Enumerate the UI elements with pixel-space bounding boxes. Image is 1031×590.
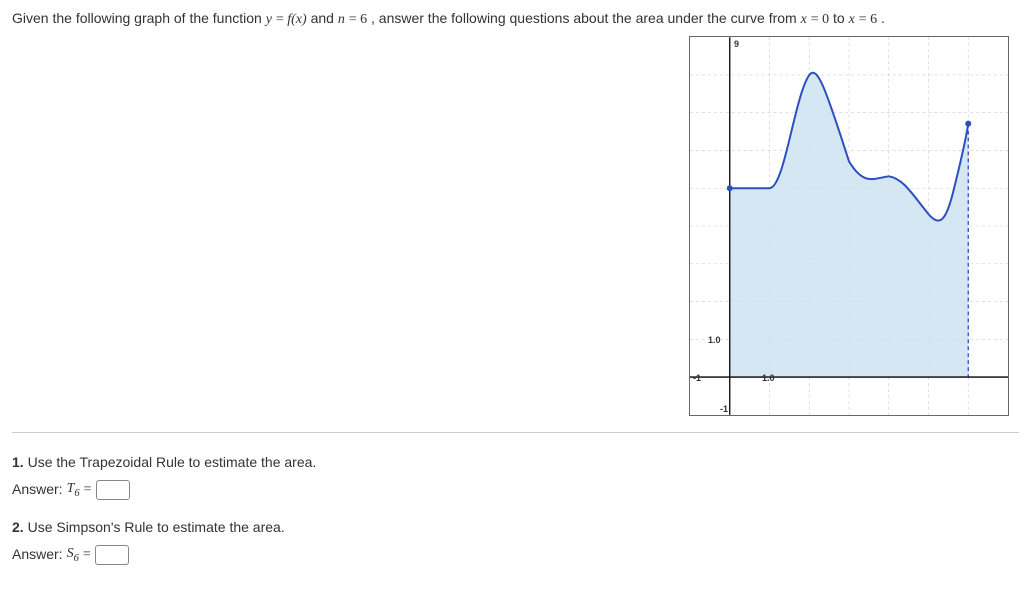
eq4-rhs: 6 <box>870 12 877 27</box>
q1-eq-sign: = <box>84 478 92 502</box>
prompt-lead: Given the following graph of the functio… <box>12 10 266 26</box>
chart-svg <box>690 37 1008 415</box>
prompt-period: . <box>881 10 885 26</box>
q1-answer-label: Answer: <box>12 478 63 502</box>
x-tick-label: 1.0 <box>762 373 775 383</box>
q2-number: 2. <box>12 519 24 535</box>
q2-text: Use Simpson's Rule to estimate the area. <box>24 519 285 535</box>
y-top-label: 9 <box>734 39 739 49</box>
eq-sign-3: = <box>811 12 822 27</box>
q2-answer-label: Answer: <box>12 543 63 567</box>
prompt-and: and <box>311 10 338 26</box>
eq1-rhs: f(x) <box>287 12 306 27</box>
eq2-lhs: n <box>338 12 345 27</box>
problem-prompt: Given the following graph of the functio… <box>12 8 1019 30</box>
q1-number: 1. <box>12 454 24 470</box>
eq3-lhs: x <box>801 12 807 27</box>
question-2: 2. Use Simpson's Rule to estimate the ar… <box>12 516 1019 567</box>
y-bottom-label: -1 <box>720 404 728 414</box>
graph-plot: 9 1.0 1.0 -1 -1 <box>689 36 1009 416</box>
prompt-tail: , answer the following questions about t… <box>371 10 801 26</box>
q1-answer-input[interactable] <box>96 480 130 500</box>
q1-text: Use the Trapezoidal Rule to estimate the… <box>24 454 317 470</box>
y-tick-label: 1.0 <box>708 335 721 345</box>
q1-answer-line: Answer: T6 = <box>12 477 1019 503</box>
q2-text-line: 2. Use Simpson's Rule to estimate the ar… <box>12 516 1019 540</box>
curve-start-point <box>727 185 733 191</box>
eq3-rhs: 0 <box>822 12 829 27</box>
q1-symbol: T6 <box>67 477 80 503</box>
curve-end-point <box>965 121 971 127</box>
prompt-to: to <box>833 10 849 26</box>
q2-eq-sign: = <box>83 543 91 567</box>
q2-answer-line: Answer: S6 = <box>12 542 1019 568</box>
eq2-rhs: 6 <box>360 12 367 27</box>
eq1-lhs: y <box>266 12 272 27</box>
x-left-label: -1 <box>693 373 701 383</box>
q2-symbol: S6 <box>67 542 79 568</box>
shaded-area <box>730 73 969 377</box>
eq-sign-1: = <box>276 12 287 27</box>
eq4-lhs: x <box>849 12 855 27</box>
graph-container: 9 1.0 1.0 -1 -1 <box>12 36 1019 416</box>
question-1: 1. Use the Trapezoidal Rule to estimate … <box>12 451 1019 502</box>
q1-text-line: 1. Use the Trapezoidal Rule to estimate … <box>12 451 1019 475</box>
q2-answer-input[interactable] <box>95 545 129 565</box>
eq-sign-2: = <box>349 12 360 27</box>
eq-sign-4: = <box>859 12 870 27</box>
separator-line <box>12 432 1019 433</box>
